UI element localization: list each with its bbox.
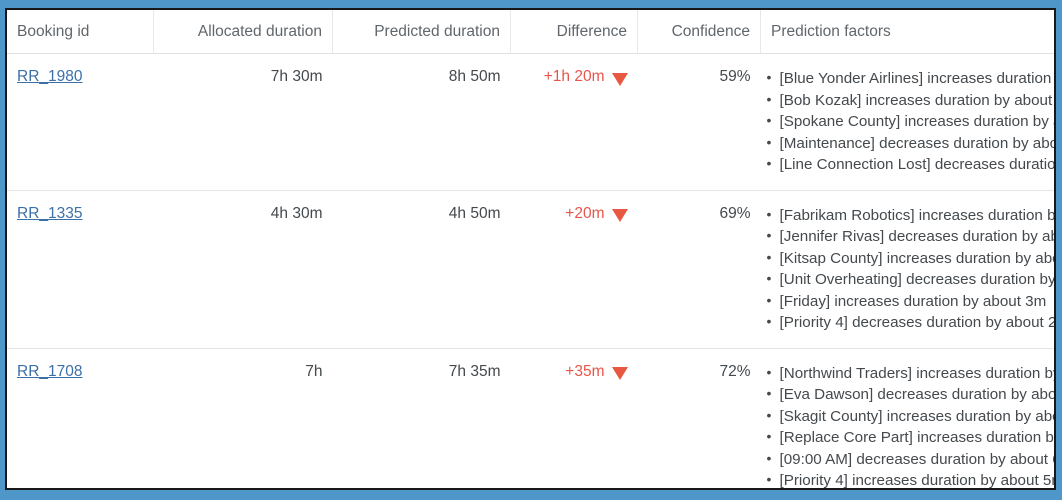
table-row: RR_1980 7h 30m8h 50m +1h 20m 59% [Blue Yonde… [7, 53, 1055, 191]
prediction-factors-list: [Blue Yonder Airlines] increases duratio… [767, 67, 1055, 176]
cell-allocated-duration: 4h 30m [153, 190, 333, 349]
prediction-factor-item: [Line Connection Lost] decreases duratio… [767, 153, 1055, 176]
cell-allocated-duration: 7h [153, 348, 333, 488]
cell-difference: +20m [510, 190, 638, 349]
triangle-down-icon [611, 72, 628, 86]
table-surface: Booking id Allocated duration Predicted … [5, 8, 1056, 490]
cell-difference: +35m [510, 348, 638, 488]
difference-value: +1h 20m [543, 68, 605, 85]
prediction-factor-item: [Blue Yonder Airlines] increases duratio… [767, 67, 1055, 90]
prediction-factor-item: [Maintenance] decreases duration by abou… [767, 132, 1055, 155]
triangle-down-icon [611, 367, 628, 380]
column-header-confidence[interactable]: Confidence [637, 10, 761, 54]
table-row: RR_1708 7h7h 35m +35m 72% [Northwind Traders… [7, 348, 1055, 488]
difference-wrapper: +1h 20m [544, 68, 628, 86]
prediction-factors-list: [Northwind Traders] increases duration b… [767, 362, 1055, 488]
cell-confidence: 72% [637, 348, 761, 488]
column-header-predicted-duration[interactable]: Predicted duration [332, 10, 511, 54]
cell-booking-id: RR_1335 [7, 190, 154, 349]
cell-predicted-duration: 7h 35m [332, 348, 511, 488]
prediction-factor-item: [Spokane County] increases duration by a… [767, 110, 1055, 133]
column-header-allocated-duration[interactable]: Allocated duration [153, 10, 333, 54]
window-frame: Booking id Allocated duration Predicted … [0, 0, 1062, 500]
cell-prediction-factors: [Blue Yonder Airlines] increases duratio… [760, 53, 1055, 191]
booking-id-link[interactable]: RR_1708 [17, 363, 83, 380]
booking-id-link[interactable]: RR_1335 [17, 205, 83, 222]
cell-booking-id: RR_1708 [7, 348, 154, 488]
booking-id-link[interactable]: RR_1980 [17, 68, 83, 85]
prediction-factor-item: [Bob Kozak] increases duration by about … [767, 89, 1055, 112]
prediction-factor-item: [Eva Dawson] decreases duration by about… [767, 383, 1055, 406]
difference-wrapper: +20m [565, 204, 628, 223]
column-header-booking-id[interactable]: Booking id [7, 10, 154, 54]
prediction-factor-item: [Northwind Traders] increases duration b… [767, 362, 1055, 385]
prediction-factors-list: [Fabrikam Robotics] increases duration b… [767, 204, 1055, 334]
column-header-prediction-factors[interactable]: Prediction factors [760, 10, 1054, 54]
table-header-row: Booking id Allocated duration Predicted … [7, 10, 1054, 54]
difference-wrapper: +35m [565, 362, 628, 381]
cell-booking-id: RR_1980 [7, 53, 154, 191]
prediction-factor-item: [Replace Core Part] increases duration b… [767, 426, 1055, 449]
cell-prediction-factors: [Fabrikam Robotics] increases duration b… [760, 190, 1055, 349]
column-header-difference[interactable]: Difference [510, 10, 638, 54]
predictions-table: Booking id Allocated duration Predicted … [7, 10, 1055, 488]
prediction-factor-item: [Unit Overheating] decreases duration by… [767, 268, 1055, 291]
prediction-factor-item: [Friday] increases duration by about 3m [767, 290, 1049, 313]
prediction-factor-item: [Kitsap County] increases duration by ab… [767, 247, 1055, 270]
cell-prediction-factors: [Northwind Traders] increases duration b… [760, 348, 1055, 488]
cell-confidence: 59% [637, 53, 761, 191]
prediction-factor-item: [09:00 AM] decreases duration by about 6… [767, 448, 1055, 471]
prediction-factor-item: [Jennifer Rivas] decreases duration by a… [767, 225, 1055, 248]
table-header: Booking id Allocated duration Predicted … [7, 10, 1054, 54]
cell-confidence: 69% [637, 190, 761, 349]
difference-value: +35m [565, 362, 605, 380]
table-row: RR_1335 4h 30m4h 50m +20m 69% [Fabrikam Robo… [7, 190, 1055, 349]
table-body: RR_1980 7h 30m8h 50m +1h 20m 59% [Blue Yonde… [7, 53, 1055, 488]
prediction-factor-item: [Fabrikam Robotics] increases duration b… [767, 204, 1055, 227]
cell-predicted-duration: 4h 50m [332, 190, 511, 349]
prediction-factor-item: [Skagit County] increases duration by ab… [767, 405, 1055, 428]
difference-value: +20m [565, 204, 605, 222]
cell-difference: +1h 20m [510, 53, 638, 191]
prediction-factor-item: [Priority 4] increases duration by about… [767, 469, 1055, 488]
prediction-factor-item: [Priority 4] decreases duration by about… [767, 311, 1055, 334]
triangle-down-icon [611, 209, 628, 222]
cell-allocated-duration: 7h 30m [153, 53, 333, 191]
cell-predicted-duration: 8h 50m [332, 53, 511, 191]
